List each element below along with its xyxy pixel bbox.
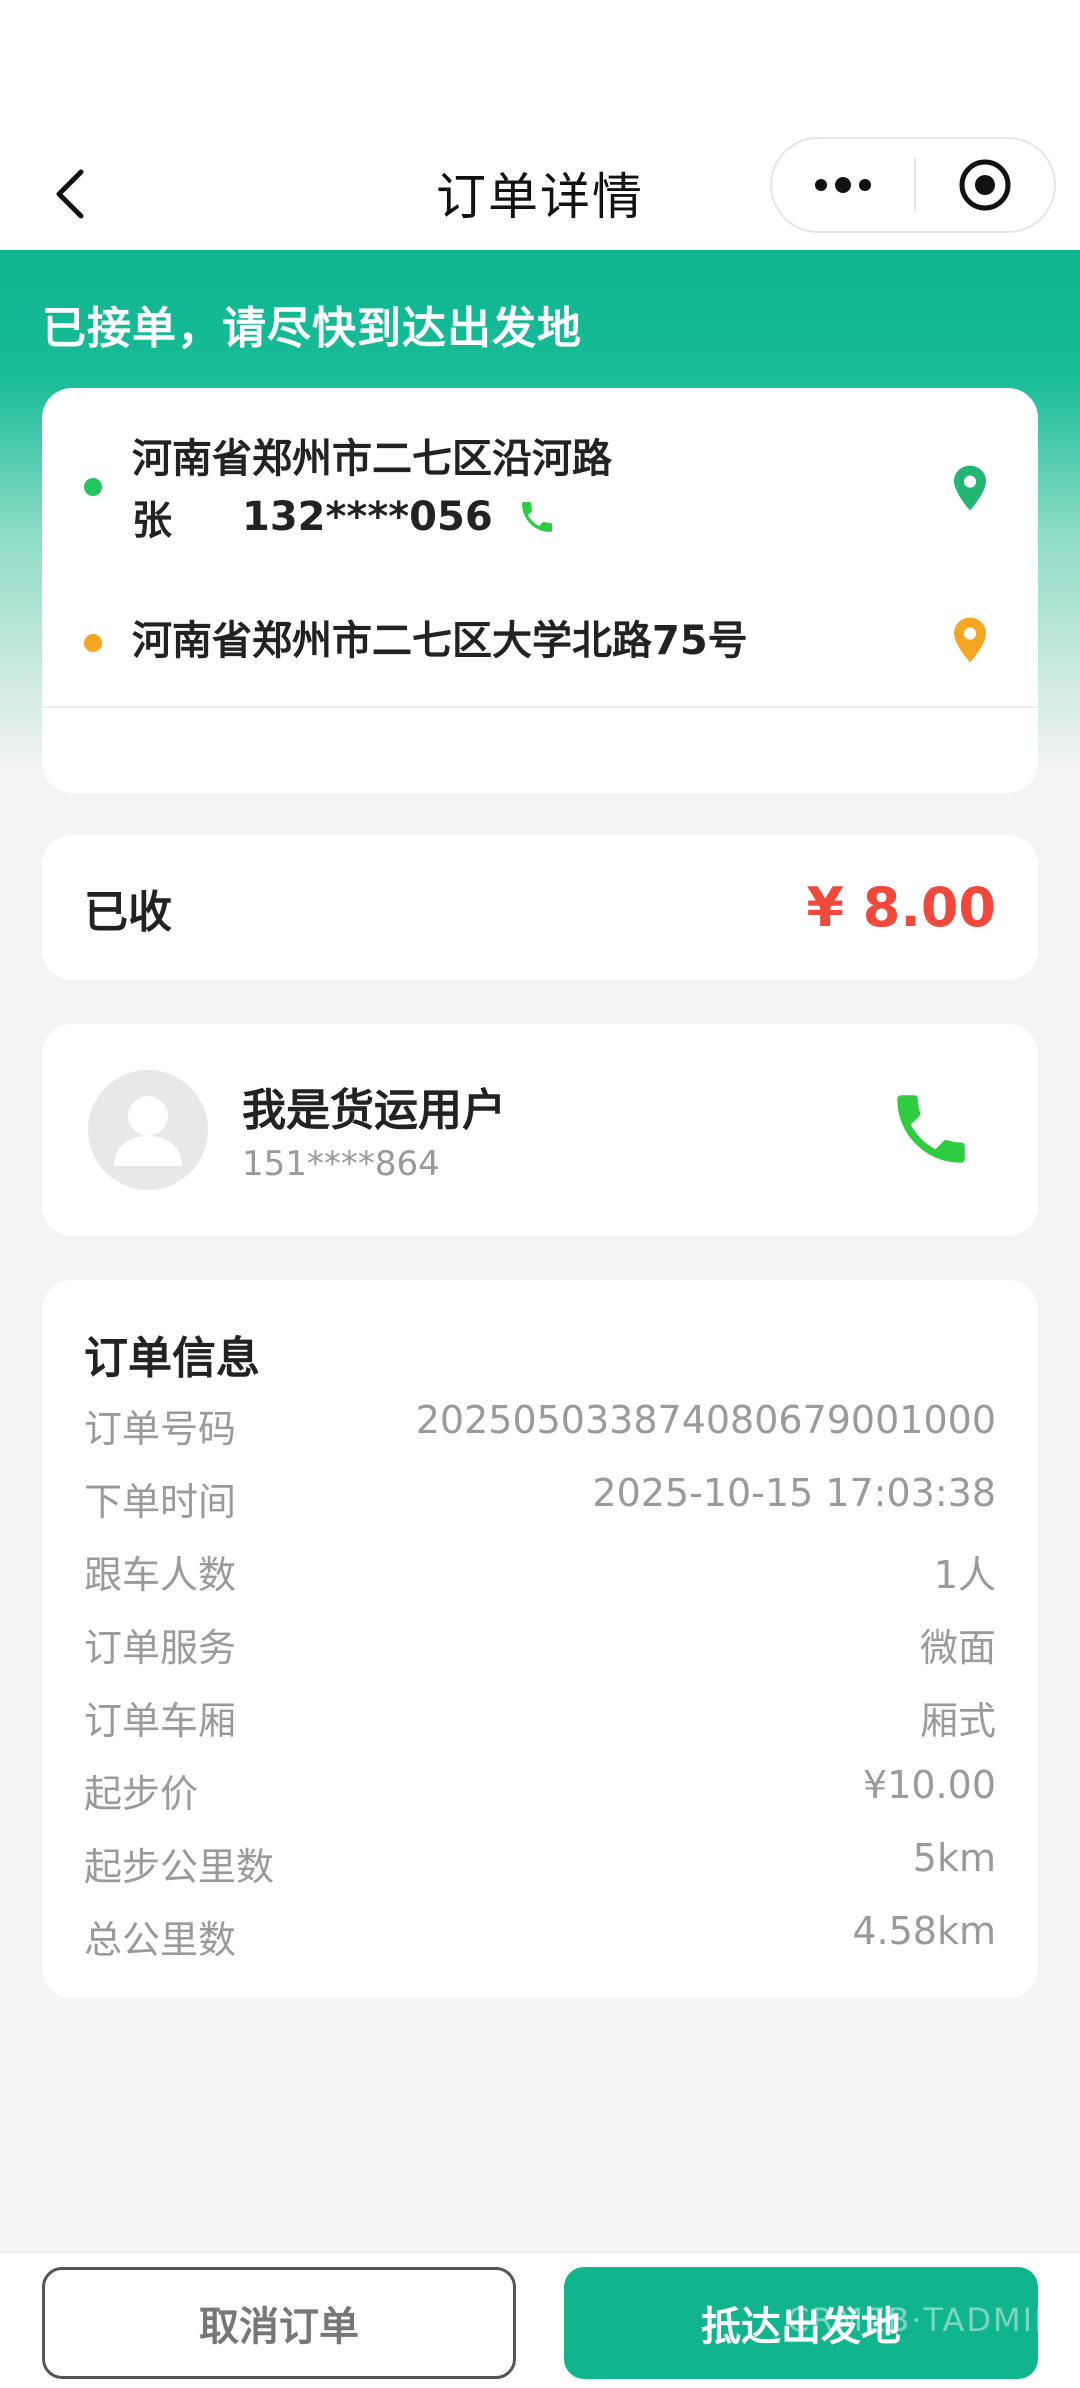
info-row-total-distance: 总公里数 4.58km: [84, 1909, 996, 1964]
call-customer-icon[interactable]: [886, 1084, 976, 1174]
customer-name: 我是货运用户: [242, 1085, 506, 1136]
order-info-title: 订单信息: [84, 1333, 260, 1384]
page-title: 订单详情: [436, 167, 644, 226]
watermark: CRMEB·TADMIN: [786, 2301, 1060, 2339]
info-label: 起步公里数: [84, 1845, 275, 1889]
order-info-card: 订单信息 订单号码 2025050338740806790010​00 下单时间…: [42, 1280, 1038, 1998]
target-icon: [959, 159, 1011, 211]
info-value: 厢式: [919, 1699, 996, 1743]
avatar: [88, 1070, 208, 1190]
info-row-base-price: 起步价 ¥10.00: [84, 1763, 996, 1818]
info-value: 4.58km: [852, 1909, 996, 1953]
customer-card: 我是货运用户 151****864: [42, 1024, 1038, 1236]
info-value: 2025-10-15 17:03:38: [592, 1471, 996, 1515]
info-label: 跟车人数: [84, 1553, 237, 1597]
start-location-pin-icon[interactable]: [950, 464, 990, 512]
more-button[interactable]: [772, 139, 914, 231]
end-location-pin-icon[interactable]: [950, 616, 990, 664]
miniprogram-capsule: [770, 137, 1056, 233]
start-contact: 张 132****056: [132, 488, 557, 546]
info-value: 5km: [912, 1836, 996, 1880]
info-label: 总公里数: [84, 1918, 237, 1962]
status-bar: [0, 0, 1080, 135]
info-label: 订单号码: [84, 1407, 237, 1451]
route-card: 河南省郑州市二七区沿河路 张 132****056 河南省郑州市二七区大学北路7…: [42, 388, 1038, 793]
payment-label: 已收: [84, 886, 172, 938]
phone-icon[interactable]: [517, 497, 557, 537]
info-row-order-number: 订单号码 2025050338740806790010​00: [84, 1398, 996, 1453]
chevron-left-icon: [56, 169, 84, 219]
more-dots-icon: [815, 177, 871, 193]
start-address: 河南省郑州市二七区沿河路: [132, 436, 612, 482]
info-row-order-time: 下单时间 2025-10-15 17:03:38: [84, 1471, 996, 1526]
info-value: 2025050338740806790010​00: [415, 1398, 996, 1442]
status-message: 已接单，请尽快到达出发地: [42, 303, 582, 354]
info-row-service: 订单服务 微面: [84, 1617, 996, 1672]
payment-card: 已收 ¥ 8.00: [42, 835, 1038, 980]
end-dot-icon: [84, 634, 102, 652]
info-label: 起步价: [84, 1772, 199, 1816]
contact-name: 张: [132, 498, 172, 544]
info-label: 订单车厢: [84, 1699, 237, 1743]
back-button[interactable]: [40, 159, 100, 229]
end-address: 河南省郑州市二七区大学北路75号: [132, 618, 748, 664]
info-value: ¥10.00: [863, 1763, 996, 1807]
bottom-action-bar: 取消订单 抵达出发地 CRMEB·TADMIN: [0, 2252, 1080, 2388]
payment-amount: ¥ 8.00: [806, 876, 996, 939]
info-value: 1人: [933, 1553, 996, 1597]
info-row-vehicle-body: 订单车厢 厢式: [84, 1690, 996, 1745]
customer-phone: 151****864: [242, 1144, 440, 1184]
contact-phone: 132****056: [242, 494, 493, 540]
info-value: 微面: [919, 1626, 996, 1670]
navbar: 订单详情: [0, 135, 1080, 250]
user-avatar-icon: [114, 1096, 182, 1166]
info-label: 订单服务: [84, 1626, 237, 1670]
close-miniprogram-button[interactable]: [916, 139, 1054, 231]
cancel-order-button[interactable]: 取消订单: [42, 2267, 516, 2379]
start-dot-icon: [84, 478, 102, 496]
info-label: 下单时间: [84, 1480, 237, 1524]
info-row-passengers: 跟车人数 1人: [84, 1544, 996, 1599]
info-row-base-distance: 起步公里数 5km: [84, 1836, 996, 1891]
route-divider: [42, 706, 1038, 708]
